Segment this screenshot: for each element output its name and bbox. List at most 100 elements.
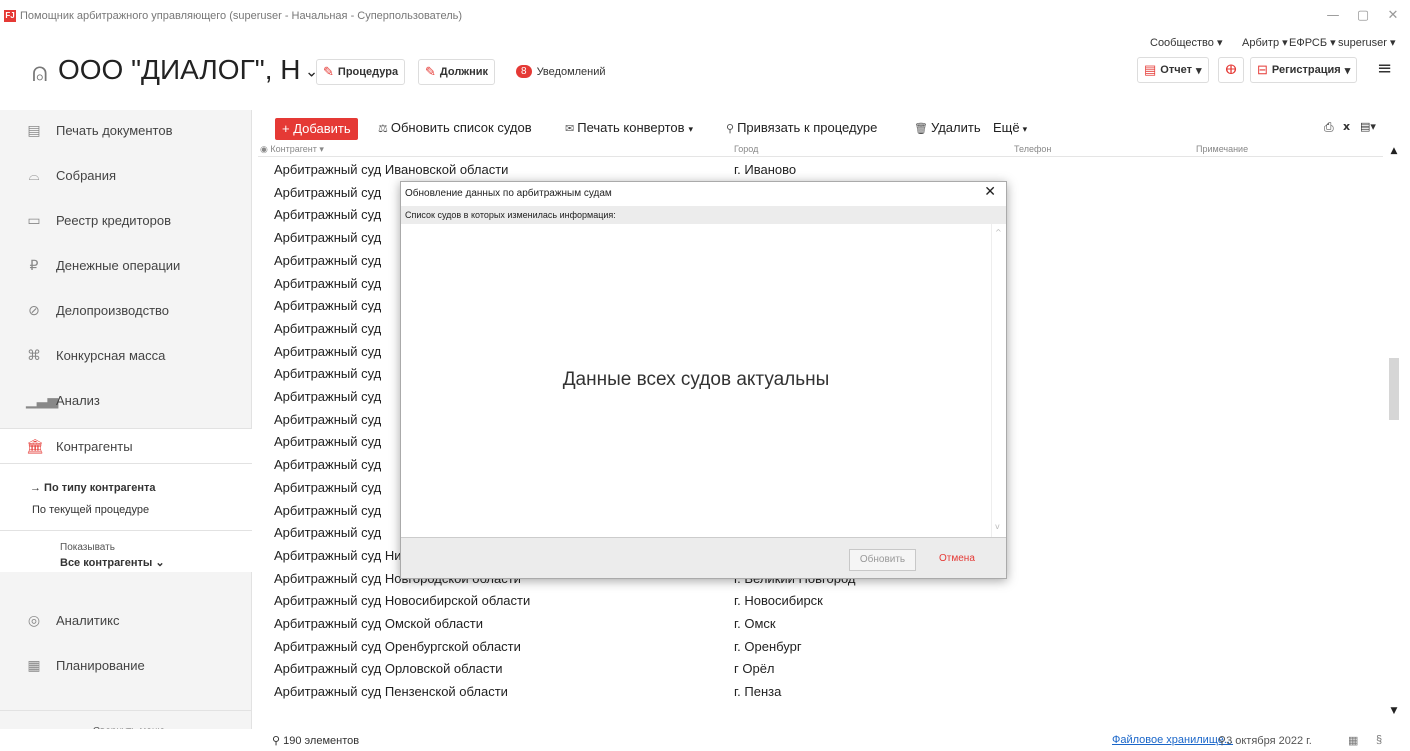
- delete-button[interactable]: 🗑 Удалить: [914, 120, 981, 135]
- sidebar-item-meetings[interactable]: ⌓ Собрания: [0, 157, 252, 193]
- edit-icon: ✎: [323, 64, 334, 79]
- cell-counterparty: Арбитражный суд Орловской области: [274, 661, 503, 677]
- print-envelopes-button[interactable]: ✉ Печать конвертов ▾: [565, 120, 693, 135]
- procedure-button[interactable]: ✎ Процедура: [316, 59, 406, 85]
- table-scrollbar[interactable]: ▲ ▼: [1386, 144, 1402, 720]
- edit-icon: ✎: [425, 64, 436, 79]
- cell-counterparty: Арбитражный суд: [274, 502, 382, 518]
- community-menu[interactable]: Сообщество ▾: [1150, 36, 1222, 49]
- sidebar-item-planning[interactable]: ▦ Планирование: [0, 647, 252, 683]
- sidebar-item-analytics[interactable]: ◎ Аналитикс: [0, 602, 252, 638]
- paragraph-icon[interactable]: §: [1376, 734, 1382, 746]
- show-filter-value: Все контрагенты: [60, 557, 153, 569]
- calculator-icon[interactable]: ▦: [1348, 734, 1358, 747]
- registration-button[interactable]: ⊟ Регистрация ▾: [1250, 57, 1358, 83]
- scroll-up-icon[interactable]: ▲: [1386, 144, 1402, 158]
- procedure-label: Процедура: [337, 66, 399, 78]
- sidebar-item-label: Аналитикс: [56, 612, 120, 628]
- update-courts-button[interactable]: ⚖ Обновить список судов: [378, 120, 532, 135]
- close-icon[interactable]: ✕: [984, 184, 996, 200]
- calendar-icon: ▦: [27, 656, 41, 673]
- dialog-scrollbar[interactable]: ^ v: [991, 224, 1006, 537]
- excel-icon[interactable]: x: [1343, 120, 1350, 133]
- dialog-subtitle: Список судов в которых изменилась информ…: [401, 206, 1006, 224]
- table-row[interactable]: Арбитражный суд Пензенской области г. Пен…: [258, 680, 1383, 703]
- org-selector[interactable]: ООО "ДИАЛОГ", Н ⌄: [58, 54, 318, 86]
- sidebar-item-office-work[interactable]: ⊘ Делопроизводство: [0, 292, 252, 328]
- report-button[interactable]: ▤ Отчет ▾: [1137, 57, 1209, 83]
- arbitr-menu[interactable]: Арбитр ▾: [1242, 36, 1288, 49]
- sidebar-item-counterparties[interactable]: 🏛 Контрагенты: [0, 428, 252, 464]
- registry-icon: ▭: [27, 211, 41, 228]
- cell-counterparty: Арбитражный суд: [274, 252, 382, 268]
- sidebar-item-label: Контрагенты: [56, 438, 133, 454]
- cell-city: г. Иваново: [734, 162, 797, 177]
- meeting-icon: ⌓: [28, 166, 40, 183]
- table-row[interactable]: Арбитражный суд Омской области г. Омск: [258, 612, 1383, 635]
- column-header-note[interactable]: Примечание: [1196, 144, 1248, 154]
- sidebar: ▤ Печать документов ⌓ Собрания ▭ Реестр кре…: [0, 110, 252, 751]
- cell-counterparty: Арбитражный суд: [274, 411, 382, 427]
- status-bar: ⚲ 190 элементов Файловое хранилище... ⚲ 3…: [0, 729, 1410, 751]
- submenu-by-type[interactable]: → По типу контрагента: [30, 482, 156, 494]
- column-settings-icon[interactable]: ▤▾: [1360, 120, 1376, 133]
- report-icon: ▤: [1144, 62, 1157, 77]
- print-icon[interactable]: ⎙: [1324, 120, 1334, 135]
- column-header-label: Контрагент: [270, 144, 317, 154]
- show-label: Показывать: [60, 542, 115, 553]
- search-icon[interactable]: ⚲: [272, 735, 280, 747]
- paperclip-icon: ⊘: [28, 301, 40, 318]
- cell-city: г. Новосибирск: [734, 593, 823, 609]
- cell-counterparty: Арбитражный суд: [274, 389, 382, 404]
- notifications-badge: 8: [516, 65, 532, 78]
- window-titlebar: FJ Помощник арбитражного управляющего (s…: [0, 0, 1410, 32]
- show-filter-dropdown[interactable]: Все контрагенты ⌄: [60, 556, 165, 569]
- scroll-thumb[interactable]: [1389, 358, 1399, 420]
- cell-counterparty: Арбитражный суд Оренбургской области: [274, 638, 521, 654]
- print-envelopes-label: Печать конвертов: [577, 120, 685, 135]
- table-row[interactable]: Арбитражный суд Ивановской области г. Ива…: [258, 158, 1383, 181]
- table-row[interactable]: Арбитражный суд Оренбургской области г. О…: [258, 635, 1383, 658]
- scroll-down-icon[interactable]: ▼: [1386, 704, 1402, 718]
- column-header-counterparty[interactable]: ◉ Контрагент ▾: [260, 144, 324, 155]
- debtor-button[interactable]: ✎ Должник: [418, 59, 496, 85]
- sidebar-item-label: Конкурсная масса: [56, 347, 166, 363]
- cancel-button[interactable]: Отмена: [939, 553, 975, 564]
- hamburger-menu-icon[interactable]: ≡: [1377, 58, 1392, 79]
- notifications-link[interactable]: 8 Уведомлений: [516, 65, 606, 78]
- sidebar-item-money-operations[interactable]: ₽ Денежные операции: [0, 247, 252, 283]
- sidebar-item-print-documents[interactable]: ▤ Печать документов: [0, 112, 252, 148]
- close-window-icon[interactable]: ✕: [1378, 6, 1408, 26]
- file-storage-link[interactable]: Файловое хранилище...: [1112, 734, 1233, 746]
- cell-counterparty: Арбитражный суд: [274, 479, 382, 495]
- minimize-icon[interactable]: —: [1318, 6, 1348, 26]
- efrsb-menu[interactable]: ЕФРСБ ▾: [1289, 36, 1336, 49]
- cell-city: г Орёл: [734, 661, 775, 677]
- table-row[interactable]: Арбитражный суд Новосибирской области г. …: [258, 589, 1383, 612]
- table-row[interactable]: Арбитражный суд Орловской области г Орёл: [258, 657, 1383, 680]
- user-label: superuser: [1338, 37, 1387, 49]
- brain-icon: ⴲ: [1225, 62, 1237, 77]
- sidebar-item-bankruptcy-estate[interactable]: ⌘ Конкурсная масса: [0, 337, 252, 373]
- scroll-up-icon[interactable]: ^: [995, 228, 1002, 237]
- sidebar-item-analysis[interactable]: ▁▃▅ Анализ: [0, 382, 252, 418]
- brain-button[interactable]: ⴲ: [1218, 57, 1244, 83]
- cell-counterparty: Арбитражный суд: [274, 207, 382, 223]
- submenu-by-procedure[interactable]: По текущей процедуре: [32, 504, 149, 516]
- column-header-phone[interactable]: Телефон: [1014, 144, 1051, 154]
- scroll-down-icon[interactable]: v: [995, 522, 1000, 531]
- trash-icon: 🗑: [914, 123, 928, 135]
- more-button[interactable]: Ещё ▾: [993, 120, 1027, 135]
- chevron-down-icon: ▾: [1022, 124, 1028, 134]
- attach-label: Привязать к процедуре: [737, 120, 878, 135]
- attach-procedure-button[interactable]: ⚲ Привязать к процедуре: [726, 120, 877, 135]
- maximize-icon[interactable]: ▢: [1348, 6, 1378, 26]
- status-date-label: 3 октября 2022 г.: [1226, 735, 1312, 747]
- elements-count-label: 190 элементов: [283, 735, 360, 747]
- elements-count: ⚲ 190 элементов: [272, 734, 359, 747]
- column-header-city[interactable]: Город: [734, 144, 758, 154]
- user-menu[interactable]: superuser ▾: [1338, 36, 1396, 49]
- add-button[interactable]: + Добавить: [275, 118, 358, 140]
- sidebar-item-creditors-registry[interactable]: ▭ Реестр кредиторов: [0, 202, 252, 238]
- update-button[interactable]: Обновить: [849, 549, 916, 571]
